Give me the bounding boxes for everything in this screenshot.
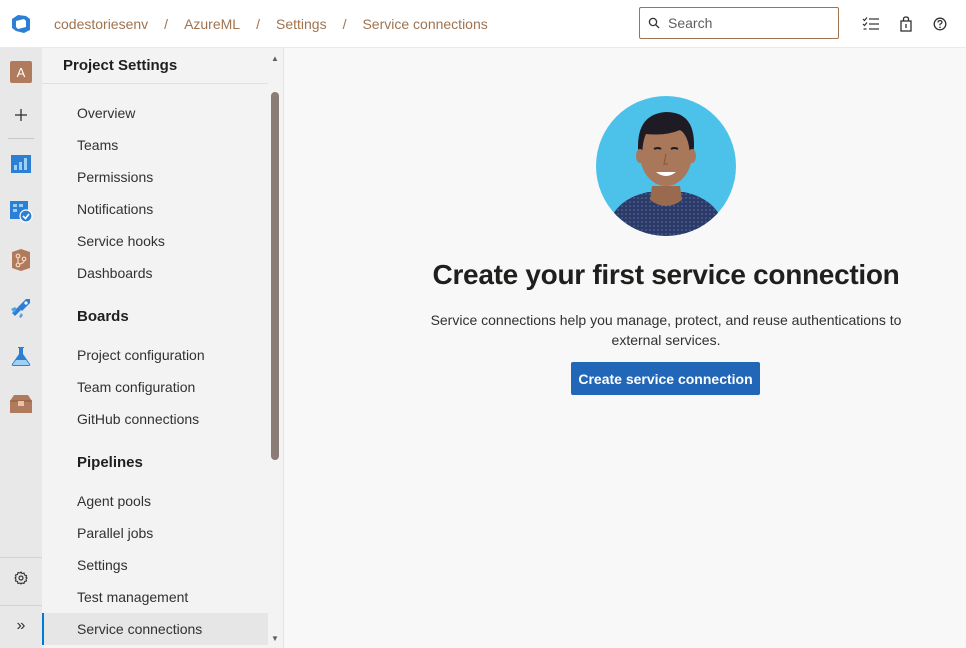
sidebar-item-teams[interactable]: Teams — [42, 129, 268, 161]
main-content: Create your first service connection Ser… — [285, 48, 966, 648]
project-avatar-initial: A — [10, 61, 32, 83]
sidebar-item-test-management[interactable]: Test management — [42, 581, 268, 613]
artifacts-icon[interactable] — [5, 388, 37, 420]
sidebar-item-team-configuration[interactable]: Team configuration — [42, 371, 268, 403]
project-settings-icon[interactable] — [0, 557, 42, 597]
sidebar-item-notifications[interactable]: Notifications — [42, 193, 268, 225]
boards-icon[interactable] — [5, 195, 37, 227]
breadcrumb-current-page[interactable]: Service connections — [362, 16, 487, 32]
sidebar-item-parallel-jobs[interactable]: Parallel jobs — [42, 517, 268, 549]
sidebar-scrollbar[interactable]: ▲ ▼ — [269, 48, 283, 648]
empty-state-description: Service connections help you manage, pro… — [430, 312, 902, 348]
top-bar: codestoriesenv / AzureML / Settings / Se… — [0, 0, 966, 48]
sidebar-section-pipelines: Pipelines — [77, 453, 143, 471]
repos-icon[interactable] — [5, 244, 37, 276]
help-icon[interactable] — [930, 14, 950, 34]
test-plans-icon[interactable] — [5, 340, 37, 372]
breadcrumb-settings[interactable]: Settings — [276, 16, 327, 32]
left-navigation-rail: A » — [0, 48, 42, 648]
project-settings-sidebar: Project Settings Overview Teams Permissi… — [42, 48, 284, 648]
sidebar-item-dashboards[interactable]: Dashboards — [42, 257, 268, 289]
sidebar-item-service-hooks[interactable]: Service hooks — [42, 225, 268, 257]
breadcrumb-separator: / — [342, 16, 347, 32]
rail-divider — [8, 138, 34, 139]
sidebar-item-project-configuration[interactable]: Project configuration — [42, 339, 268, 371]
scroll-down-arrow-icon[interactable]: ▼ — [269, 632, 281, 644]
overview-icon[interactable] — [5, 148, 37, 180]
sidebar-item-permissions[interactable]: Permissions — [42, 161, 268, 193]
breadcrumb-separator: / — [164, 16, 169, 32]
search-input[interactable] — [668, 15, 828, 31]
scroll-up-arrow-icon[interactable]: ▲ — [269, 52, 281, 64]
sidebar-item-overview[interactable]: Overview — [42, 97, 268, 129]
azure-devops-logo-icon[interactable] — [0, 0, 42, 48]
sidebar-item-agent-pools[interactable]: Agent pools — [42, 485, 268, 517]
add-icon[interactable] — [5, 99, 37, 131]
sidebar-section-boards: Boards — [77, 307, 129, 325]
breadcrumb-project[interactable]: AzureML — [184, 16, 240, 32]
shopping-bag-icon[interactable] — [896, 14, 916, 34]
breadcrumb-organization[interactable]: codestoriesenv — [54, 16, 148, 32]
expand-rail-button[interactable]: » — [0, 605, 42, 645]
empty-state-person-illustration — [596, 96, 736, 236]
task-list-icon[interactable] — [861, 14, 881, 34]
sidebar-item-service-connections[interactable]: Service connections — [42, 613, 268, 645]
scrollbar-thumb[interactable] — [271, 92, 279, 460]
breadcrumb-separator: / — [256, 16, 260, 32]
project-avatar[interactable]: A — [5, 56, 37, 88]
sidebar-item-settings[interactable]: Settings — [42, 549, 268, 581]
empty-state-title: Create your first service connection — [432, 259, 900, 290]
pipelines-icon[interactable] — [5, 291, 37, 323]
expand-chevron-icon: » — [16, 616, 26, 634]
create-service-connection-button[interactable]: Create service connection — [571, 362, 760, 395]
sidebar-title: Project Settings — [42, 48, 268, 84]
sidebar-item-github-connections[interactable]: GitHub connections — [42, 403, 268, 435]
search-box[interactable] — [639, 7, 839, 39]
breadcrumb: codestoriesenv / AzureML / Settings / Se… — [54, 0, 488, 48]
search-icon — [648, 17, 660, 29]
